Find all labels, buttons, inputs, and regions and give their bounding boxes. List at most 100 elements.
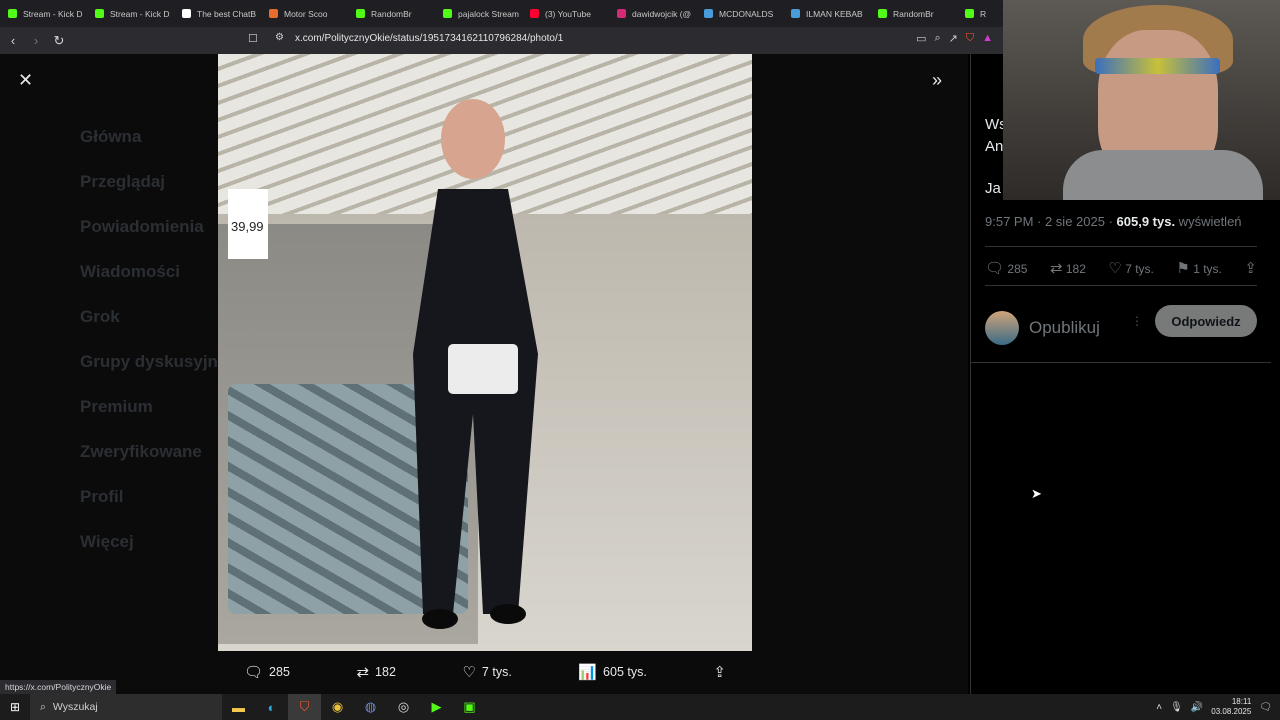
- like-count: 7 tys.: [1125, 262, 1154, 276]
- repost-count: 182: [375, 665, 396, 679]
- share-icon: ⇪: [1244, 260, 1257, 277]
- zoom-icon[interactable]: ⌕: [934, 32, 940, 45]
- drag-handle-icon: ⋮: [1131, 314, 1143, 328]
- tab-favicon-icon: [791, 9, 800, 18]
- brave-rewards-icon[interactable]: ▲: [982, 32, 993, 45]
- like-button[interactable]: ♡ 7 tys.: [1108, 259, 1153, 277]
- like-action[interactable]: ♡ 7 tys.: [462, 663, 511, 681]
- chevron-up-icon[interactable]: ˄: [1156, 702, 1162, 713]
- post-engagement: 🗨 285 ⇄ 182 ♡ 7 tys. ⚑ 1 tys. ⇪: [985, 246, 1257, 286]
- bookmark-count: 1 tys.: [1193, 262, 1222, 276]
- site-info-icon[interactable]: ⚙: [275, 32, 284, 43]
- app-icon[interactable]: ▣: [453, 694, 486, 720]
- background-nav-item: Grupy dyskusyjne: [80, 352, 228, 371]
- browser-tab[interactable]: RandomBr: [348, 0, 435, 27]
- kick-icon[interactable]: ▶: [420, 694, 453, 720]
- heart-icon: ♡: [462, 664, 476, 681]
- tab-bar: Stream - Kick D Stream - Kick D The best C…: [0, 0, 1003, 27]
- reply-icon: 🗨: [985, 260, 1005, 277]
- cast-icon[interactable]: ▭: [916, 32, 926, 45]
- views-label: wyświetleń: [1175, 214, 1242, 229]
- post-photo[interactable]: 39,99: [218, 54, 752, 651]
- tab-title: The best ChatB: [197, 8, 257, 19]
- url-field[interactable]: x.com/PolitycznyOkie/status/195173416211…: [295, 33, 563, 44]
- heart-icon: ♡: [1108, 260, 1122, 277]
- microphone-icon[interactable]: 🎙: [1170, 702, 1183, 713]
- tab-favicon-icon: [617, 9, 626, 18]
- post-meta: 9:57 PM · 2 sie 2025 · 605,9 tys. wyświe…: [985, 214, 1242, 229]
- expand-panel-icon[interactable]: »: [932, 70, 942, 91]
- tab-title: (3) YouTube: [545, 8, 591, 19]
- background-nav-item: Główna: [80, 127, 142, 146]
- clock-time: 18:11: [1231, 697, 1252, 706]
- browser-tab[interactable]: dawidwojcik (@: [609, 0, 696, 27]
- views-action[interactable]: 📊 605 tys.: [578, 663, 646, 681]
- taskbar: ⊞ ⌕ Wyszukaj ▬ ◐ ⛉ ◉ ◍ ◎ ▶ ▣ ˄ 🎙 🔊 18:11 0…: [0, 694, 1280, 720]
- like-count: 7 tys.: [481, 665, 512, 679]
- reload-icon[interactable]: ↻: [49, 31, 69, 51]
- reply-icon: 🗨: [244, 664, 264, 681]
- tab-favicon-icon: [95, 9, 104, 18]
- bookmark-icon: ⚑: [1176, 260, 1190, 277]
- share-button[interactable]: ⇪: [1244, 259, 1257, 277]
- bookmark-icon[interactable]: ☐: [248, 32, 258, 45]
- browser-tab[interactable]: RandomBr: [870, 0, 957, 27]
- background-nav-item: Zweryfikowane: [80, 442, 202, 461]
- browser-tab[interactable]: pajalock Stream: [435, 0, 522, 27]
- tab-favicon-icon: [443, 9, 452, 18]
- browser-tab[interactable]: MCDONALDS: [696, 0, 783, 27]
- tab-title: Stream - Kick D: [110, 8, 170, 19]
- share-icon[interactable]: ↗: [949, 32, 958, 45]
- reply-submit-button[interactable]: Odpowiedz: [1155, 305, 1257, 337]
- tab-favicon-icon: [8, 9, 17, 18]
- browser-tab[interactable]: Motor Scoo: [261, 0, 348, 27]
- brave-shield-icon[interactable]: ⛉: [966, 32, 974, 45]
- edge-icon[interactable]: ◐: [255, 694, 288, 720]
- tab-title: pajalock Stream: [458, 8, 519, 19]
- back-icon[interactable]: ‹: [3, 31, 23, 51]
- views-icon: 📊: [578, 664, 598, 681]
- browser-tab[interactable]: The best ChatB: [174, 0, 261, 27]
- browser-tab[interactable]: ILMAN KEBAB: [783, 0, 870, 27]
- post-time[interactable]: 9:57 PM · 2 sie 2025 ·: [985, 214, 1117, 229]
- obs-icon[interactable]: ◎: [387, 694, 420, 720]
- reply-input[interactable]: Opublikuj: [1029, 318, 1100, 338]
- webcam-shirt: [1063, 150, 1263, 200]
- repost-action[interactable]: ⇄ 182: [356, 663, 395, 681]
- taskbar-search[interactable]: ⌕ Wyszukaj: [30, 694, 222, 720]
- file-explorer-icon[interactable]: ▬: [222, 694, 255, 720]
- bookmark-button[interactable]: ⚑ 1 tys.: [1176, 259, 1221, 277]
- reply-action[interactable]: 🗨 285: [244, 663, 290, 681]
- clock[interactable]: 18:11 03.08.2025: [1211, 697, 1251, 717]
- photo-action-bar: 🗨 285 ⇄ 182 ♡ 7 tys. 📊 605 tys. ⇪: [218, 655, 752, 689]
- browser-tab[interactable]: (3) YouTube: [522, 0, 609, 27]
- webcam-headband: [1095, 58, 1220, 74]
- forward-icon[interactable]: ›: [26, 31, 46, 51]
- tab-title: MCDONALDS: [719, 8, 774, 19]
- reply-button[interactable]: 🗨 285: [985, 259, 1027, 277]
- speaker-icon[interactable]: 🔊: [1191, 702, 1203, 713]
- tab-favicon-icon: [704, 9, 713, 18]
- close-icon[interactable]: ✕: [18, 70, 33, 91]
- windows-start-icon[interactable]: ⊞: [0, 700, 30, 714]
- background-nav-item: Przeglądaj: [80, 172, 166, 191]
- tab-title: RandomBr: [893, 8, 934, 19]
- system-tray: ˄ 🎙 🔊 18:11 03.08.2025 🗨: [1156, 694, 1272, 720]
- background-nav-item: Profil: [80, 487, 124, 506]
- brave-icon[interactable]: ⛉: [288, 694, 321, 720]
- background-nav-item: Więcej: [80, 532, 134, 551]
- chrome-icon[interactable]: ◉: [321, 694, 354, 720]
- discord-icon[interactable]: ◍: [354, 694, 387, 720]
- share-icon: ⇪: [713, 664, 726, 681]
- repost-icon: ⇄: [356, 664, 370, 681]
- browser-tab[interactable]: Stream - Kick D: [87, 0, 174, 27]
- tab-favicon-icon: [878, 9, 887, 18]
- notification-icon[interactable]: 🗨: [1259, 702, 1272, 713]
- tab-title: ILMAN KEBAB: [806, 8, 863, 19]
- browser-tab[interactable]: Stream - Kick D: [0, 0, 87, 27]
- browser-tab[interactable]: R: [957, 0, 1003, 27]
- tab-title: Motor Scoo: [284, 8, 328, 19]
- tab-title: RandomBr: [371, 8, 412, 19]
- share-action[interactable]: ⇪: [713, 663, 726, 681]
- repost-button[interactable]: ⇄ 182: [1050, 259, 1086, 277]
